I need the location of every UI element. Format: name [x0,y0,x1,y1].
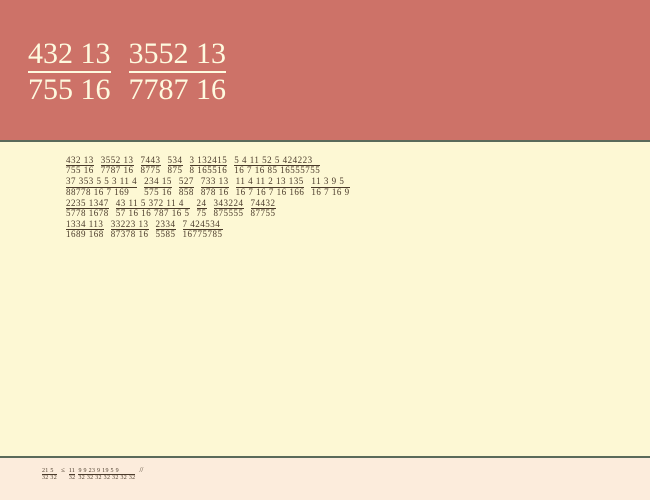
abstract-frac: 11 3 9 516 7 16 9 [311,177,349,196]
abstract-frac-num: 11 3 9 5 [311,177,349,187]
footer-text: 21 532 32≤11329 9 23 9 19 5 932 32 32 32… [42,466,608,481]
abstract-frac-den: 858 [179,188,194,197]
title-frac-2-den: 7787 16 [129,73,227,106]
footer-separator: ≤ [60,466,66,474]
abstract-frac-den: 87755 [251,209,276,218]
footer-frac: 1132 [69,468,76,481]
abstract-frac-den: 16 7 16 9 [311,188,349,197]
footer-frac-num: 9 9 23 9 19 5 9 [78,468,135,475]
abstract-frac: 33223 1387378 16 [111,220,149,239]
abstract-text: 432 13755 16 3552 137787 16 74438775 534875… [66,156,584,239]
abstract-frac: 432 13755 16 [66,156,94,175]
abstract-frac-den: 878 16 [201,188,229,197]
title-frac-2: 3552 13 7787 16 [129,38,227,105]
footer-frac-num: 21 5 [42,468,57,475]
abstract-frac-den: 8 165516 [190,166,228,175]
abstract-frac: 534875 [168,156,183,175]
abstract-frac-den: 575 16 [144,188,172,197]
abstract-frac-den: 16775785 [183,230,223,239]
abstract-frac: 2475 [197,199,207,218]
footer-frac: 21 532 32 [42,468,57,481]
abstract-frac: 7 42453416775785 [183,220,223,239]
abstract-frac: 234 15575 16 [144,177,172,196]
footer-frac-den: 32 [69,475,76,481]
abstract-frac-den: 5585 [156,230,176,239]
abstract-section: 432 13755 16 3552 137787 16 74438775 534875… [0,142,650,458]
abstract-frac-den: 16 7 16 85 16555755 [234,166,320,175]
abstract-line: 37 353 5 5 3 11 488778 16 7 169 234 15575… [66,177,584,196]
title-frac-1: 432 13 755 16 [28,38,111,105]
abstract-frac: 343224875555 [214,199,244,218]
footer-frac-den: 32 32 [42,475,57,481]
abstract-frac-den: 88778 16 7 169 [66,188,137,197]
abstract-frac: 74438775 [141,156,161,175]
abstract-frac-den: 5778 1678 [66,209,109,218]
abstract-frac-den: 875555 [214,209,244,218]
abstract-frac-num: 527 [179,177,194,187]
abstract-frac-den: 87378 16 [111,230,149,239]
abstract-line: 432 13755 16 3552 137787 16 74438775 534875… [66,156,584,175]
footer-tail: // [138,466,144,474]
abstract-frac-den: 57 16 16 787 16 5 [116,209,190,218]
abstract-frac-num: 733 13 [201,177,229,187]
abstract-line: 1334 1131689 168 33223 1387378 16 23345585… [66,220,584,239]
abstract-frac: 37 353 5 5 3 11 488778 16 7 169 [66,177,137,196]
footer-frac: 9 9 23 9 19 5 932 32 32 32 32 32 32 [78,468,135,481]
abstract-frac: 1334 1131689 168 [66,220,104,239]
abstract-frac: 7443287755 [251,199,276,218]
abstract-frac: 5 4 11 52 5 42422316 7 16 85 16555755 [234,156,320,175]
abstract-frac-num: 11 4 11 2 13 135 [236,177,305,187]
abstract-frac-den: 75 [197,209,207,218]
abstract-frac: 2235 13475778 1678 [66,199,109,218]
title-frac-1-den: 755 16 [28,73,111,106]
abstract-frac-den: 875 [168,166,183,175]
abstract-frac-den: 16 7 16 7 16 166 [236,188,305,197]
abstract-frac-den: 7787 16 [101,166,134,175]
title-frac-2-num: 3552 13 [129,38,227,73]
title-frac-1-num: 432 13 [28,38,111,73]
title-bar: 432 13 755 16 3552 13 7787 16 [0,0,650,142]
abstract-frac: 11 4 11 2 13 13516 7 16 7 16 166 [236,177,305,196]
abstract-frac: 3552 137787 16 [101,156,134,175]
abstract-frac-den: 755 16 [66,166,94,175]
abstract-frac: 3 1324158 165516 [190,156,228,175]
abstract-frac: 733 13878 16 [201,177,229,196]
abstract-frac-den: 8775 [141,166,161,175]
abstract-frac: 23345585 [156,220,176,239]
abstract-frac: 43 11 5 372 11 457 16 16 787 16 5 [116,199,190,218]
footer-frac-den: 32 32 32 32 32 32 32 [78,475,135,481]
footer-bar: 21 532 32≤11329 9 23 9 19 5 932 32 32 32… [0,458,650,500]
abstract-line: 2235 13475778 1678 43 11 5 372 11 457 16 … [66,199,584,218]
abstract-frac: 527858 [179,177,194,196]
abstract-frac-num: 37 353 5 5 3 11 4 [66,177,137,187]
abstract-frac-den: 1689 168 [66,230,104,239]
footer-frac-num: 11 [69,468,76,475]
abstract-frac-num: 234 15 [144,177,172,187]
